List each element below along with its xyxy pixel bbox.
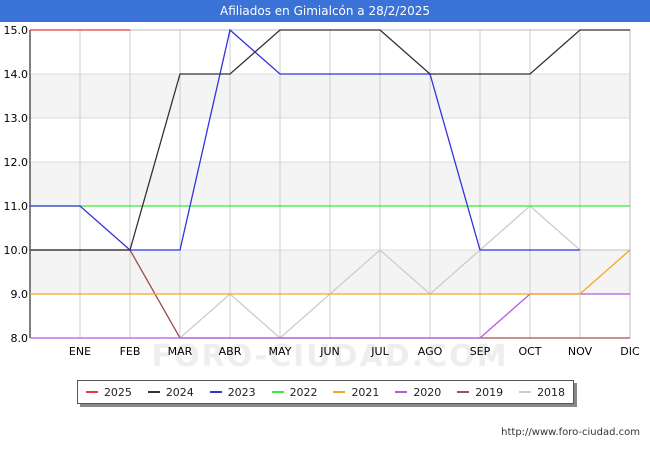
y-tick-label: 14.0	[4, 68, 29, 81]
x-tick-label: JUL	[370, 345, 389, 358]
legend-label: 2025	[103, 385, 132, 399]
y-tick-label: 15.0	[4, 24, 29, 37]
legend-swatch	[85, 391, 98, 393]
legend-swatch	[147, 391, 160, 393]
legend-item-2020: 2020	[395, 386, 441, 399]
legend-swatch	[395, 391, 408, 393]
y-tick-label: 11.0	[4, 200, 29, 213]
x-tick-label: MAY	[269, 345, 292, 358]
legend-swatch	[457, 391, 470, 393]
x-tick-label: DIC	[620, 345, 640, 358]
legend-swatch	[271, 391, 284, 393]
source-url: http://www.foro-ciudad.com	[501, 427, 640, 438]
legend-label: 2024	[165, 385, 194, 399]
x-tick-label: AGO	[418, 345, 443, 358]
legend-item-2019: 2019	[457, 386, 503, 399]
x-tick-label: NOV	[568, 345, 593, 358]
legend-item-2024: 2024	[147, 385, 194, 399]
y-tick-label: 13.0	[4, 112, 29, 125]
legend-swatch	[519, 391, 532, 393]
legend-label: 2022	[289, 385, 318, 399]
y-tick-label: 8.0	[11, 332, 29, 345]
x-tick-label: OCT	[518, 345, 541, 358]
y-tick-label: 9.0	[11, 288, 29, 301]
legend-item-2018: 2018	[519, 386, 565, 399]
legend-swatch	[209, 391, 222, 393]
legend-item-2025: 2025	[85, 385, 132, 399]
legend-label: 2019	[475, 385, 504, 399]
legend-label: 2018	[537, 385, 566, 399]
legend-item-2023: 2023	[209, 385, 256, 399]
x-tick-label: FEB	[120, 345, 141, 358]
x-tick-label: ENE	[69, 345, 91, 358]
legend-label: 2020	[413, 385, 442, 399]
series-line-2023	[30, 28, 580, 251]
y-tick-label: 10.0	[4, 244, 29, 257]
y-tick-label: 12.0	[4, 156, 29, 169]
legend-item-2022: 2022	[271, 385, 318, 399]
legend-swatch	[333, 391, 346, 393]
legend-label: 2023	[227, 385, 256, 399]
x-tick-label: SEP	[470, 345, 491, 358]
x-tick-label: ABR	[219, 345, 242, 358]
x-tick-label: MAR	[168, 345, 193, 358]
legend-item-2021: 2021	[333, 386, 379, 399]
chart-legend: 2025 2024 2023 2022 2021 2020 2019 2018	[77, 380, 574, 404]
x-tick-label: JUN	[319, 345, 340, 358]
legend-label: 2021	[351, 385, 380, 399]
